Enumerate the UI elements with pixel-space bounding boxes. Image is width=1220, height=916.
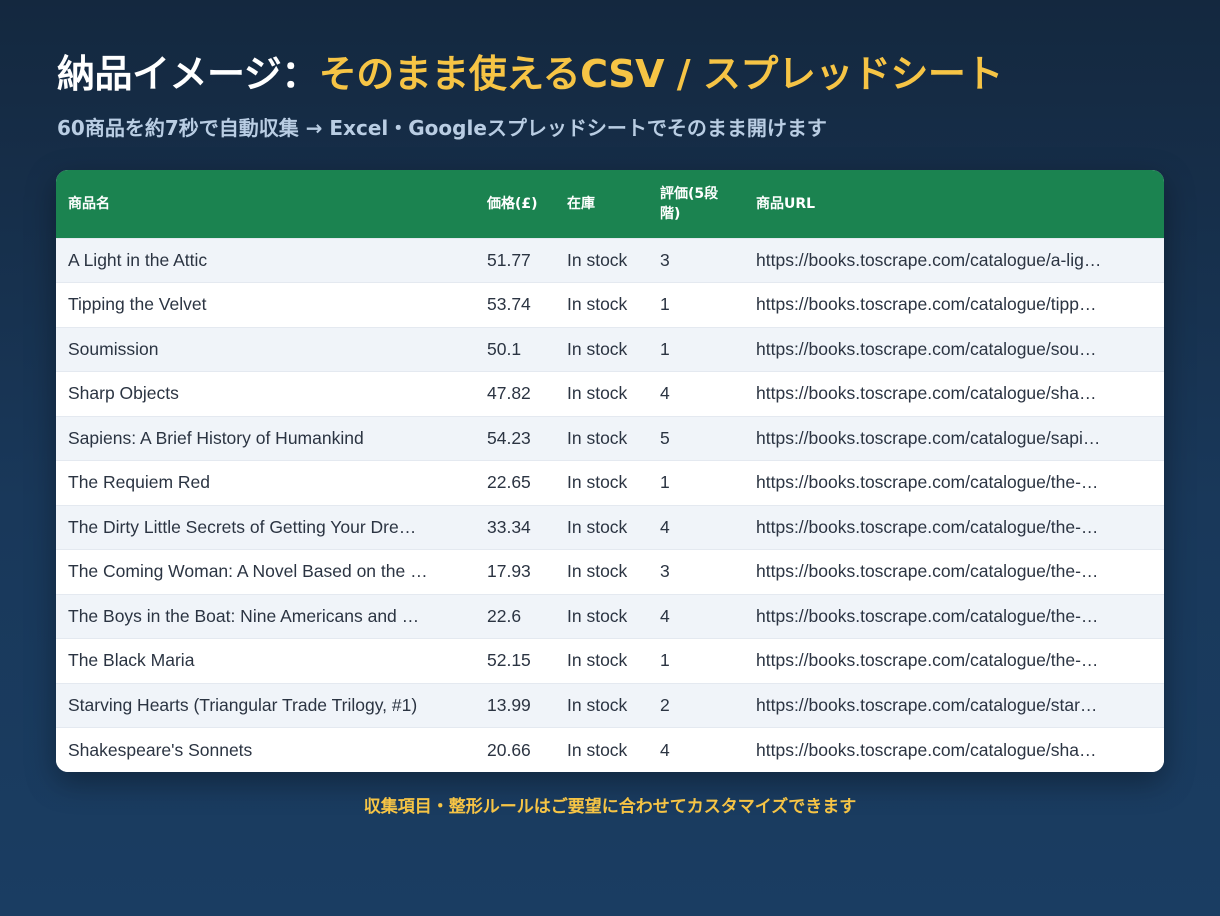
cell-price: 53.74 — [487, 294, 531, 315]
cell-price: 52.15 — [487, 650, 531, 671]
table-row: Shakespeare's Sonnets 20.66 In stock 4 https… — [56, 727, 1164, 772]
cell-price: 50.1 — [487, 338, 522, 359]
cell-price: 22.6 — [487, 605, 522, 626]
cell-rating: 4 — [660, 383, 670, 404]
cell-url: https://books.toscrape.com/catalogue/sap… — [756, 427, 1101, 448]
cell-url: https://books.toscrape.com/catalogue/sou… — [756, 338, 1097, 359]
cell-stock: In stock — [567, 472, 628, 493]
table-header-row: 商品名 価格(£) 在庫 評価(5段階) 商品URL — [56, 170, 1164, 238]
cell-stock: In stock — [567, 294, 628, 315]
cell-rating: 5 — [660, 427, 670, 448]
cell-name: Soumission — [68, 338, 159, 359]
cell-stock: In stock — [567, 427, 628, 448]
cell-url: https://books.toscrape.com/catalogue/sta… — [756, 694, 1098, 715]
cell-stock: In stock — [567, 694, 628, 715]
cell-rating: 2 — [660, 694, 670, 715]
page-title-accent: そのまま使えるCSV / スプレッドシート — [318, 52, 1004, 96]
cell-price: 54.23 — [487, 427, 531, 448]
cell-price: 20.66 — [487, 739, 531, 760]
table-row: Sapiens: A Brief History of Humankind 54.… — [56, 416, 1164, 461]
page-title-lead: 納品イメージ： — [57, 52, 319, 96]
column-header-rating: 評価(5段階) — [660, 185, 719, 222]
cell-price: 47.82 — [487, 383, 531, 404]
cell-url: https://books.toscrape.com/catalogue/the… — [756, 605, 1099, 626]
cell-stock: In stock — [567, 249, 628, 270]
cell-stock: In stock — [567, 605, 628, 626]
cell-stock: In stock — [567, 338, 628, 359]
cell-rating: 1 — [660, 650, 670, 671]
data-table: 商品名 価格(£) 在庫 評価(5段階) 商品URL A Light in th… — [56, 170, 1164, 772]
cell-name: The Dirty Little Secrets of Getting Your… — [68, 516, 417, 537]
cell-rating: 1 — [660, 294, 670, 315]
cell-stock: In stock — [567, 739, 628, 760]
table-row: A Light in the Attic 51.77 In stock 3 https:… — [56, 238, 1164, 283]
cell-name: Sapiens: A Brief History of Humankind — [68, 427, 364, 448]
cell-url: https://books.toscrape.com/catalogue/tip… — [756, 294, 1097, 315]
page-title: 納品イメージ：そのまま使えるCSV / スプレッドシート — [57, 48, 1003, 100]
cell-name: Starving Hearts (Triangular Trade Trilog… — [68, 694, 418, 715]
cell-rating: 4 — [660, 605, 670, 626]
table-header: 商品名 価格(£) 在庫 評価(5段階) 商品URL — [56, 170, 1164, 238]
cell-url: https://books.toscrape.com/catalogue/sha… — [756, 739, 1097, 760]
cell-rating: 1 — [660, 338, 670, 359]
cell-stock: In stock — [567, 516, 628, 537]
cell-name: Shakespeare's Sonnets — [68, 739, 253, 760]
cell-price: 17.93 — [487, 561, 531, 582]
footer-note: 収集項目・整形ルールはご要望に合わせてカスタマイズできます — [363, 797, 857, 817]
cell-rating: 3 — [660, 249, 670, 270]
cell-name: The Boys in the Boat: Nine Americans and… — [68, 605, 420, 626]
column-header-url: 商品URL — [756, 195, 816, 212]
cell-stock: In stock — [567, 383, 628, 404]
table-row: Sharp Objects 47.82 In stock 4 https://books… — [56, 371, 1164, 416]
cell-price: 51.77 — [487, 249, 531, 270]
table-row: Soumission 50.1 In stock 1 https://books.tos… — [56, 327, 1164, 372]
column-header-stock: 在庫 — [567, 195, 595, 212]
table-row: Tipping the Velvet 53.74 In stock 1 https://… — [56, 282, 1164, 327]
table-row: Starving Hearts (Triangular Trade Trilog… — [56, 683, 1164, 728]
table-row: The Boys in the Boat: Nine Americans and… — [56, 594, 1164, 639]
data-table-card: 商品名 価格(£) 在庫 評価(5段階) 商品URL A Light in th… — [56, 170, 1164, 772]
column-header-name: 商品名 — [68, 195, 110, 212]
table-row: The Dirty Little Secrets of Getting Your… — [56, 505, 1164, 550]
cell-name: The Black Maria — [68, 650, 195, 671]
cell-name: Tipping the Velvet — [68, 294, 207, 315]
cell-url: https://books.toscrape.com/catalogue/the… — [756, 516, 1099, 537]
cell-rating: 3 — [660, 561, 670, 582]
cell-name: A Light in the Attic — [68, 249, 208, 270]
cell-url: https://books.toscrape.com/catalogue/sha… — [756, 383, 1097, 404]
table-row: The Requiem Red 22.65 In stock 1 https://boo… — [56, 460, 1164, 505]
cell-price: 33.34 — [487, 516, 531, 537]
cell-rating: 4 — [660, 739, 670, 760]
cell-name: Sharp Objects — [68, 383, 179, 404]
cell-rating: 4 — [660, 516, 670, 537]
cell-price: 13.99 — [487, 694, 531, 715]
page-subtitle: 60商品を約7秒で自動収集 → Excel・Googleスプレッドシートでそのま… — [57, 116, 827, 140]
cell-url: https://books.toscrape.com/catalogue/the… — [756, 472, 1099, 493]
cell-rating: 1 — [660, 472, 670, 493]
cell-name: The Coming Woman: A Novel Based on the … — [68, 561, 428, 582]
column-header-price: 価格(£) — [487, 195, 538, 212]
cell-url: https://books.toscrape.com/catalogue/the… — [756, 561, 1099, 582]
table-row: The Coming Woman: A Novel Based on the …… — [56, 549, 1164, 594]
table-body: A Light in the Attic 51.77 In stock 3 https:… — [56, 238, 1164, 772]
cell-url: https://books.toscrape.com/catalogue/the… — [756, 650, 1099, 671]
cell-url: https://books.toscrape.com/catalogue/a-l… — [756, 249, 1102, 270]
table-row: The Black Maria 52.15 In stock 1 https://boo… — [56, 638, 1164, 683]
cell-name: The Requiem Red — [68, 472, 211, 493]
cell-stock: In stock — [567, 561, 628, 582]
cell-stock: In stock — [567, 650, 628, 671]
cell-price: 22.65 — [487, 472, 531, 493]
